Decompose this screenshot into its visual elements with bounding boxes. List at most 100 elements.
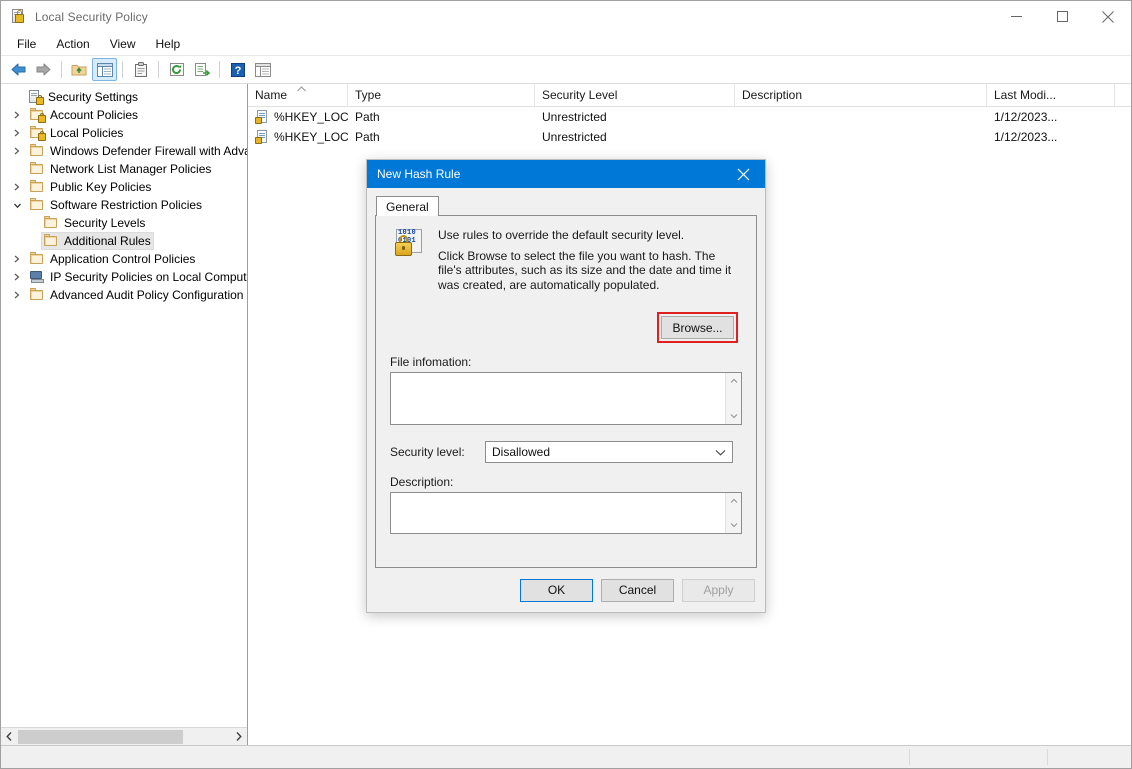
minimize-button[interactable] [993,1,1039,32]
scrollbar-track[interactable] [18,729,230,745]
apply-button: Apply [682,579,755,602]
scrollbar-thumb[interactable] [18,730,183,744]
tree-item-additional-rules[interactable]: Additional Rules [1,232,247,250]
toolbar-separator [122,61,123,78]
tree-item-security-settings[interactable]: Security Settings [1,88,247,106]
folder-icon [29,161,45,177]
column-header-type[interactable]: Type [348,84,535,106]
chevron-right-icon[interactable] [9,125,25,141]
tree-item-label: Public Key Policies [50,180,151,195]
cell-text: Unrestricted [542,110,607,124]
menu-view[interactable]: View [100,34,146,54]
cell-text: Path [355,130,380,144]
tree-item-account-policies[interactable]: Account Policies [1,106,247,124]
browse-button[interactable]: Browse... [661,316,734,339]
scroll-down-icon[interactable] [727,519,741,531]
description-scrollbar[interactable] [725,493,741,533]
tree-item-network-list-manager-policies[interactable]: Network List Manager Policies [1,160,247,178]
description-input[interactable] [391,493,725,533]
tree-item-security-levels[interactable]: Security Levels [1,214,247,232]
column-header-name[interactable]: Name [248,84,348,106]
menu-action[interactable]: Action [46,34,99,54]
dialog-footer: OK Cancel Apply [367,568,765,612]
cell-text: 1/12/2023... [994,110,1057,124]
file-information-input[interactable] [391,373,725,424]
cell-security-level: Unrestricted [535,127,735,147]
properties-icon[interactable] [128,58,153,81]
chevron-right-icon[interactable] [9,107,25,123]
chevron-right-icon[interactable] [9,269,25,285]
tree-item-ip-security-policies[interactable]: IP Security Policies on Local Compute [1,268,247,286]
file-information-field[interactable] [390,372,742,425]
dialog-body: General 1010 0101 Use rules to override … [367,188,765,568]
security-level-dropdown[interactable]: Disallowed [485,441,733,463]
tree-horizontal-scrollbar[interactable] [1,727,247,745]
description-field[interactable] [390,492,742,534]
scroll-down-icon[interactable] [727,410,741,422]
folder-lock-icon [29,125,45,141]
dialog-close-button[interactable] [721,160,765,188]
toolbar: ? [1,55,1131,84]
close-button[interactable] [1085,1,1131,32]
scroll-up-icon[interactable] [727,375,741,387]
tree-item-software-restriction-policies[interactable]: Software Restriction Policies [1,196,247,214]
column-header-security-level[interactable]: Security Level [535,84,735,106]
tree-item-advanced-audit-policy-configuration[interactable]: Advanced Audit Policy Configuration [1,286,247,304]
file-information-scrollbar[interactable] [725,373,741,424]
window-controls [993,1,1131,32]
column-header-label: Last Modi... [994,88,1056,102]
dialog-title: New Hash Rule [377,167,460,181]
up-folder-icon[interactable] [67,58,92,81]
tree-item-label: Account Policies [50,108,138,123]
column-header-description[interactable]: Description [735,84,987,106]
dialog-tab-page-general: 1010 0101 Use rules to override the defa… [375,215,757,568]
console-tree-pane: Security Settings Account Policies [1,84,248,745]
folder-icon [29,287,45,303]
help-icon[interactable]: ? [225,58,250,81]
show-hide-console-tree-icon[interactable] [250,58,275,81]
folder-icon [43,215,59,231]
chevron-down-icon[interactable] [9,197,25,213]
tree-item-public-key-policies[interactable]: Public Key Policies [1,178,247,196]
status-segment-right [1048,746,1131,768]
column-header-last-modified[interactable]: Last Modi... [987,84,1115,106]
refresh-icon[interactable] [164,58,189,81]
cell-text: Path [355,110,380,124]
twisty-placeholder [9,161,25,177]
tree-item-label: Application Control Policies [50,252,195,267]
chevron-right-icon[interactable] [9,143,25,159]
menu-help[interactable]: Help [146,34,191,54]
folder-icon [29,197,45,213]
security-level-label: Security level: [390,445,475,459]
table-row[interactable]: %HKEY_LOC... Path Unrestricted 1/12/2023… [248,107,1131,127]
hash-lock-icon: 1010 0101 [392,229,426,261]
tree-item-application-control-policies[interactable]: Application Control Policies [1,250,247,268]
toolbar-separator [158,61,159,78]
show-hide-tree-icon[interactable] [92,58,117,81]
chevron-down-icon[interactable] [712,442,729,462]
maximize-button[interactable] [1039,1,1085,32]
table-row[interactable]: %HKEY_LOC... Path Unrestricted 1/12/2023… [248,127,1131,147]
chevron-right-icon[interactable] [9,287,25,303]
scroll-left-icon[interactable] [1,729,18,745]
tree-item-label: Network List Manager Policies [50,162,211,177]
scroll-right-icon[interactable] [230,729,247,745]
cancel-button[interactable]: Cancel [601,579,674,602]
cell-type: Path [348,127,535,147]
export-list-icon[interactable] [189,58,214,81]
chevron-right-icon[interactable] [9,179,25,195]
ok-button[interactable]: OK [520,579,593,602]
security-level-row: Security level: Disallowed [390,441,742,463]
scroll-up-icon[interactable] [727,495,741,507]
cell-description [735,127,987,147]
hash-rule-icon [255,110,269,124]
window-title: Local Security Policy [35,10,148,24]
tree-item-windows-defender-firewall[interactable]: Windows Defender Firewall with Adva [1,142,247,160]
chevron-right-icon[interactable] [9,251,25,267]
tab-general[interactable]: General [376,196,439,216]
forward-icon[interactable] [31,58,56,81]
menu-file[interactable]: File [7,34,46,54]
cell-text: Unrestricted [542,130,607,144]
back-icon[interactable] [6,58,31,81]
tree-item-local-policies[interactable]: Local Policies [1,124,247,142]
